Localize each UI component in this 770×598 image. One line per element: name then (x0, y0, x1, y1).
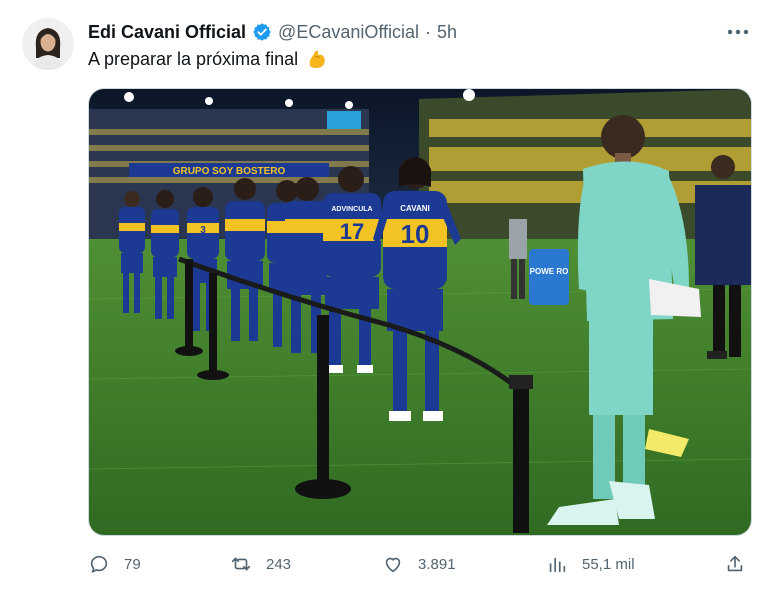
jersey-number: 10 (401, 219, 430, 249)
like-button[interactable]: 3.891 (382, 552, 456, 576)
retweet-button[interactable]: 243 (230, 552, 291, 576)
stadium-photo: GRUPO SOY BOSTERO POWE RO 3 ADVINCULA 17… (89, 89, 751, 535)
more-options-icon[interactable] (726, 22, 750, 42)
jersey-number: 17 (340, 219, 364, 244)
avatar-photo (22, 18, 74, 70)
verified-badge-icon (252, 22, 272, 42)
flexed-biceps-icon (306, 48, 328, 70)
tweet-header: Edi Cavani Official @ECavaniOfficial · 5… (88, 20, 457, 44)
tweet-timestamp[interactable]: 5h (437, 22, 457, 43)
reply-icon (90, 555, 108, 573)
views-chart-icon (549, 557, 566, 573)
share-icon (727, 555, 743, 572)
views-button[interactable]: 55,1 mil (546, 552, 635, 576)
author-handle[interactable]: @ECavaniOfficial (278, 22, 419, 43)
tweet-actions: 79 243 3.891 55,1 mil (88, 552, 752, 576)
views-count: 55,1 mil (582, 555, 635, 573)
sign-text: POWE RO (530, 267, 569, 276)
share-button[interactable] (724, 552, 746, 576)
reply-button[interactable]: 79 (88, 552, 141, 576)
tweet-text: A preparar la próxima final (88, 48, 299, 69)
author-name[interactable]: Edi Cavani Official (88, 22, 246, 43)
tweet-media-image[interactable]: GRUPO SOY BOSTERO POWE RO 3 ADVINCULA 17… (88, 88, 752, 536)
tweet-text-row: A preparar la próxima final (88, 48, 328, 70)
like-count: 3.891 (418, 555, 456, 573)
jersey-name: ADVINCULA (331, 206, 372, 213)
reply-count: 79 (124, 555, 141, 573)
avatar[interactable] (22, 18, 74, 70)
heart-icon (385, 557, 401, 573)
retweet-count: 243 (266, 555, 292, 573)
tweet-card[interactable]: Edi Cavani Official @ECavaniOfficial · 5… (0, 0, 770, 598)
jersey-name: CAVANI (400, 204, 429, 213)
retweet-icon (231, 557, 251, 571)
separator-dot: · (425, 21, 432, 42)
jersey-number: 3 (200, 225, 206, 236)
stadium-banner-text: GRUPO SOY BOSTERO (173, 166, 286, 177)
